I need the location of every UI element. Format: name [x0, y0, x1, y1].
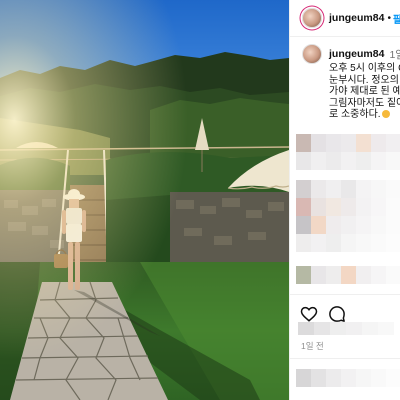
- caption-time[interactable]: 1일: [389, 47, 400, 62]
- blurred-comment: [296, 266, 400, 284]
- likes-count-blurred: [298, 322, 400, 335]
- blurred-comment: [296, 152, 400, 170]
- post-header: jungeum84 • 팔: [290, 0, 400, 37]
- blurred-comment: [296, 234, 400, 252]
- blurred-comment-input: [296, 369, 400, 387]
- post-caption: jungeum84 1일 오후 5시 이후의 C 눈부시다. 정오의 가야 제대…: [302, 44, 400, 122]
- add-comment-area[interactable]: [290, 358, 400, 400]
- blurred-comment: [296, 180, 400, 198]
- separator-dot: •: [387, 12, 391, 24]
- post-photo[interactable]: [0, 0, 289, 400]
- caption-line: 가야 제대로 된 예: [329, 86, 400, 97]
- caption-line-text: 로 소중하다.: [329, 109, 381, 120]
- author-avatar[interactable]: [302, 8, 322, 28]
- caption-username[interactable]: jungeum84: [329, 48, 384, 60]
- follow-button[interactable]: 팔: [393, 11, 400, 26]
- comment-bubble-icon[interactable]: [328, 305, 346, 323]
- post-side-panel: jungeum84 • 팔 jungeum84 1일 오후 5시 이후의 C 눈…: [289, 0, 400, 400]
- blurred-comment: [296, 198, 400, 216]
- sun-emoji-icon: [381, 110, 390, 118]
- caption-line: 오후 5시 이후의 C: [329, 63, 400, 74]
- comments-list: [290, 130, 400, 294]
- post-timestamp[interactable]: 1일 전: [301, 340, 324, 352]
- caption-avatar[interactable]: [302, 44, 322, 64]
- blurred-comment: [296, 134, 400, 152]
- heart-icon[interactable]: [300, 305, 318, 323]
- caption-line: 로 소중하다.: [329, 109, 400, 122]
- photo-scene: [0, 0, 289, 400]
- author-username[interactable]: jungeum84: [329, 12, 384, 24]
- blurred-comment: [296, 216, 400, 234]
